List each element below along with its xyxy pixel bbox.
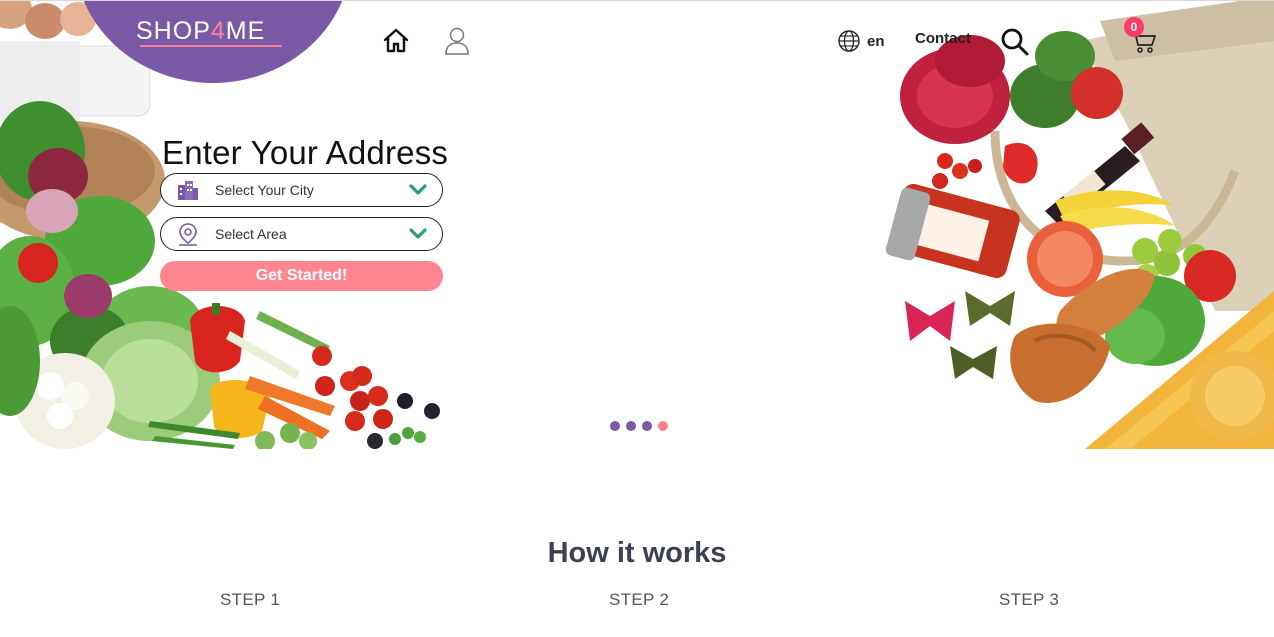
chevron-down-icon — [409, 184, 427, 195]
brand-logo[interactable]: SHOP4ME — [136, 17, 265, 46]
logo-text-o: O — [172, 17, 194, 45]
contact-link[interactable]: Contact — [915, 30, 971, 47]
city-buildings-icon — [176, 178, 200, 202]
user-icon[interactable] — [443, 26, 471, 56]
get-started-button[interactable]: Get Started! — [160, 261, 443, 291]
language-selector[interactable]: en — [837, 29, 885, 53]
area-select-label: Select Area — [215, 226, 287, 242]
area-select[interactable]: Select Area — [160, 217, 443, 251]
logo-underline — [140, 45, 282, 47]
language-label: en — [867, 32, 885, 50]
hero-banner: SHOP4ME en Contact 0 Enter Your Address … — [0, 1, 1274, 449]
logo-text-p: P — [193, 17, 211, 45]
grocery-illustration-right — [885, 1, 1274, 449]
logo-text-sh: SH — [136, 17, 173, 45]
logo-text-me: ME — [225, 17, 266, 45]
carousel-dot-4[interactable] — [658, 421, 668, 431]
globe-icon — [838, 30, 860, 52]
carousel-dot-2[interactable] — [626, 421, 636, 431]
carousel-dot-3[interactable] — [642, 421, 652, 431]
cart-count-badge: 0 — [1124, 17, 1144, 37]
city-select-label: Select Your City — [215, 182, 314, 198]
carousel-indicators — [610, 421, 668, 431]
chevron-down-icon — [409, 228, 427, 239]
how-it-works-title: How it works — [547, 537, 727, 569]
carousel-dot-1[interactable] — [610, 421, 620, 431]
search-icon[interactable] — [1000, 27, 1030, 57]
page: SHOP4ME en Contact 0 Enter Your Address … — [0, 0, 1274, 637]
logo-text-four: 4 — [210, 17, 226, 45]
location-pin-icon — [176, 222, 200, 246]
step-1-label: STEP 1 — [220, 590, 281, 609]
city-select[interactable]: Select Your City — [160, 173, 443, 207]
address-form-title: Enter Your Address — [162, 134, 449, 171]
home-icon[interactable] — [382, 27, 410, 55]
step-2-label: STEP 2 — [609, 590, 670, 609]
step-3-label: STEP 3 — [999, 590, 1060, 609]
